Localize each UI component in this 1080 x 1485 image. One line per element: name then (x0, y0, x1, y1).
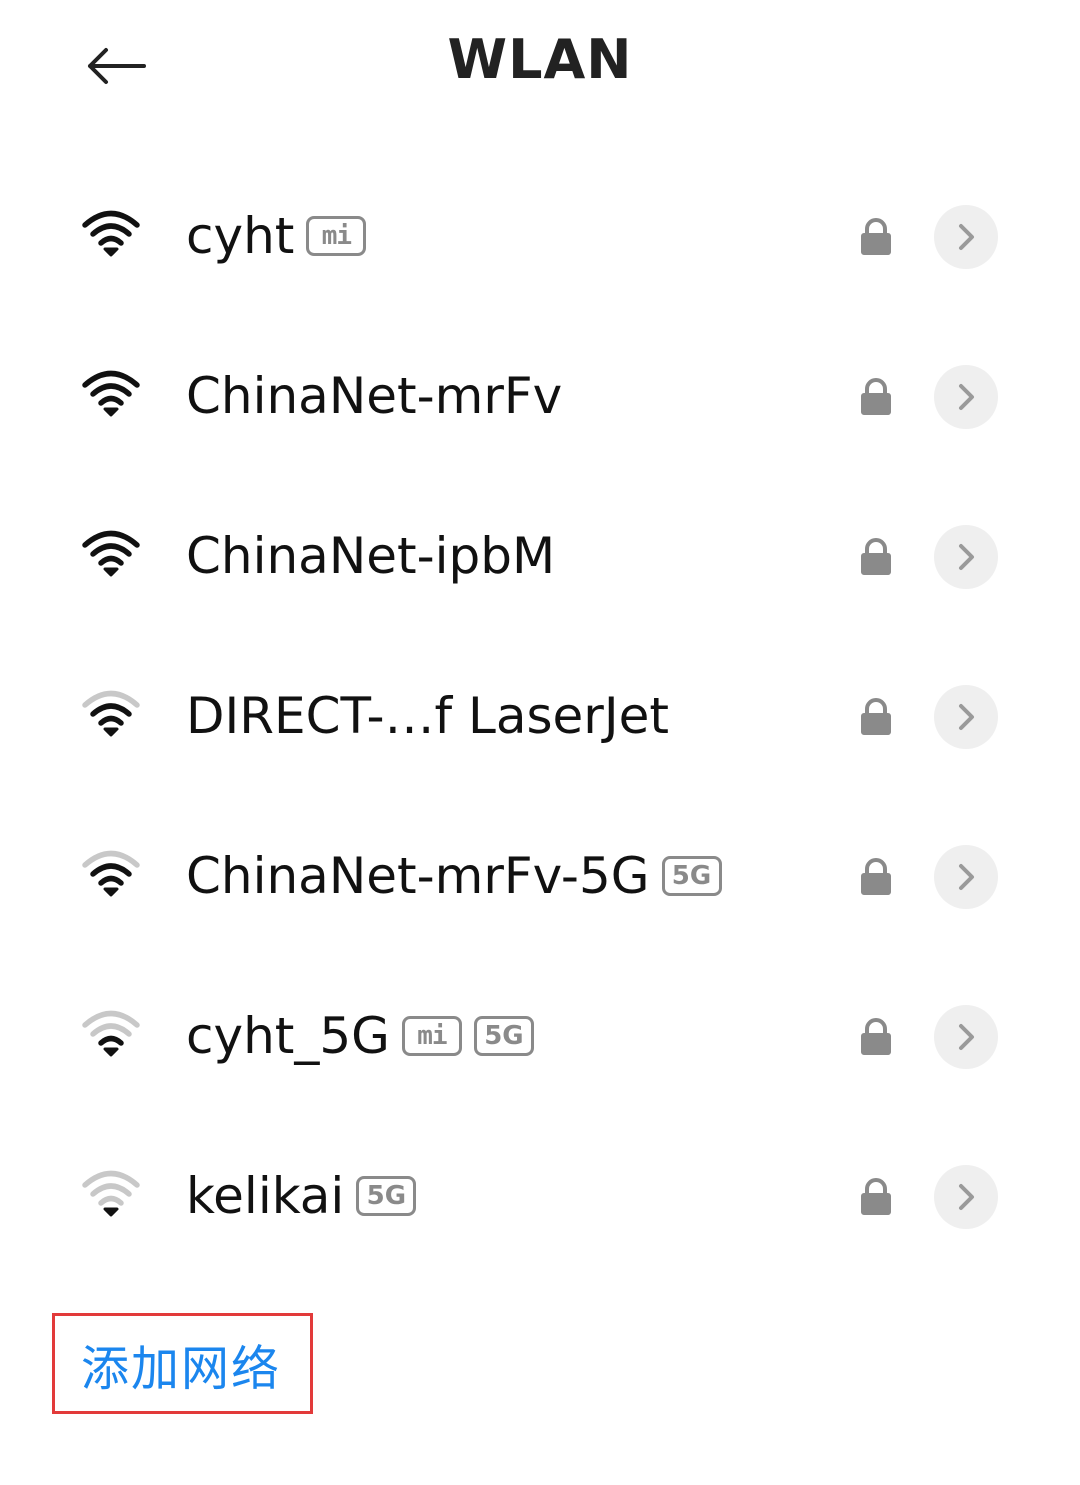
wifi-signal-icon (82, 370, 140, 417)
lock-icon (861, 1018, 891, 1055)
network-name: cyht_5G (186, 1007, 390, 1065)
page-title: WLAN (447, 28, 633, 91)
network-name-group: ChinaNet-ipbM (186, 476, 555, 636)
lock-icon-wrap (858, 538, 894, 576)
wifi-signal-icon (82, 850, 140, 897)
network-row[interactable]: cyht mi (0, 156, 1080, 316)
lock-icon (861, 858, 891, 895)
wifi-signal-icon (82, 530, 140, 577)
5g-badge: 5G (661, 856, 722, 896)
network-row[interactable]: DIRECT-…f LaserJet (0, 636, 1080, 796)
network-name-group: ChinaNet-mrFv-5G 5G (186, 796, 722, 956)
network-name-group: ChinaNet-mrFv (186, 316, 562, 476)
network-details-button[interactable] (934, 525, 998, 589)
network-details-button[interactable] (934, 1005, 998, 1069)
wifi-signal-icon-wrap (82, 1008, 140, 1058)
lock-icon-wrap (858, 1178, 894, 1216)
5g-badge: 5G (473, 1016, 534, 1056)
chevron-right-icon (959, 1024, 974, 1050)
network-name: ChinaNet-mrFv-5G (186, 847, 650, 905)
chevron-right-icon (959, 224, 974, 250)
network-name-group: kelikai 5G (186, 1116, 417, 1276)
network-details-button[interactable] (934, 845, 998, 909)
wifi-signal-icon (82, 1010, 140, 1057)
network-row[interactable]: kelikai 5G (0, 1116, 1080, 1276)
chevron-right-icon (959, 384, 974, 410)
network-details-button[interactable] (934, 1165, 998, 1229)
lock-icon (861, 218, 891, 255)
network-row[interactable]: ChinaNet-mrFv-5G 5G (0, 796, 1080, 956)
chevron-right-icon (959, 864, 974, 890)
chevron-right-icon (959, 544, 974, 570)
5g-badge: 5G (356, 1176, 417, 1216)
wifi-signal-icon-wrap (82, 208, 140, 258)
lock-icon-wrap (858, 1018, 894, 1056)
network-details-button[interactable] (934, 365, 998, 429)
wifi-signal-icon-wrap (82, 848, 140, 898)
lock-icon-wrap (858, 858, 894, 896)
network-details-button[interactable] (934, 205, 998, 269)
network-row[interactable]: ChinaNet-ipbM (0, 476, 1080, 636)
lock-icon-wrap (858, 698, 894, 736)
lock-icon (861, 538, 891, 575)
wifi-signal-icon (82, 690, 140, 737)
chevron-right-icon (959, 1184, 974, 1210)
network-name-group: cyht_5G mi 5G (186, 956, 534, 1116)
network-name-group: DIRECT-…f LaserJet (186, 636, 669, 796)
network-details-button[interactable] (934, 685, 998, 749)
add-network-label: 添加网络 (81, 1340, 282, 1397)
chevron-right-icon (959, 704, 974, 730)
wifi-signal-icon-wrap (82, 368, 140, 418)
wifi-signal-icon (82, 1170, 140, 1217)
wlan-settings-screen: WLAN cyht mi ChinaNet-mrFv ChinaNet-ipbM DIR… (0, 0, 1080, 1485)
lock-icon (861, 1178, 891, 1215)
lock-icon-wrap (858, 378, 894, 416)
network-name: ChinaNet-ipbM (186, 527, 556, 585)
wifi-signal-icon (82, 210, 140, 257)
wifi-signal-icon-wrap (82, 528, 140, 578)
lock-icon (861, 378, 891, 415)
lock-icon (861, 698, 891, 735)
add-network-button[interactable]: 添加网络 (52, 1313, 313, 1414)
header: WLAN (0, 0, 1080, 130)
network-list: cyht mi ChinaNet-mrFv ChinaNet-ipbM DIRECT-…… (0, 156, 1080, 1276)
wifi-signal-icon-wrap (82, 1168, 140, 1218)
lock-icon-wrap (858, 218, 894, 256)
network-row[interactable]: ChinaNet-mrFv (0, 316, 1080, 476)
network-name: cyht (186, 207, 295, 265)
network-name: ChinaNet-mrFv (186, 367, 563, 425)
network-name: DIRECT-…f LaserJet (186, 687, 669, 745)
network-name-group: cyht mi (186, 156, 367, 316)
network-row[interactable]: cyht_5G mi 5G (0, 956, 1080, 1116)
wifi-signal-icon-wrap (82, 688, 140, 738)
network-name: kelikai (186, 1167, 345, 1225)
mi-badge: mi (306, 216, 367, 256)
mi-badge: mi (401, 1016, 462, 1056)
